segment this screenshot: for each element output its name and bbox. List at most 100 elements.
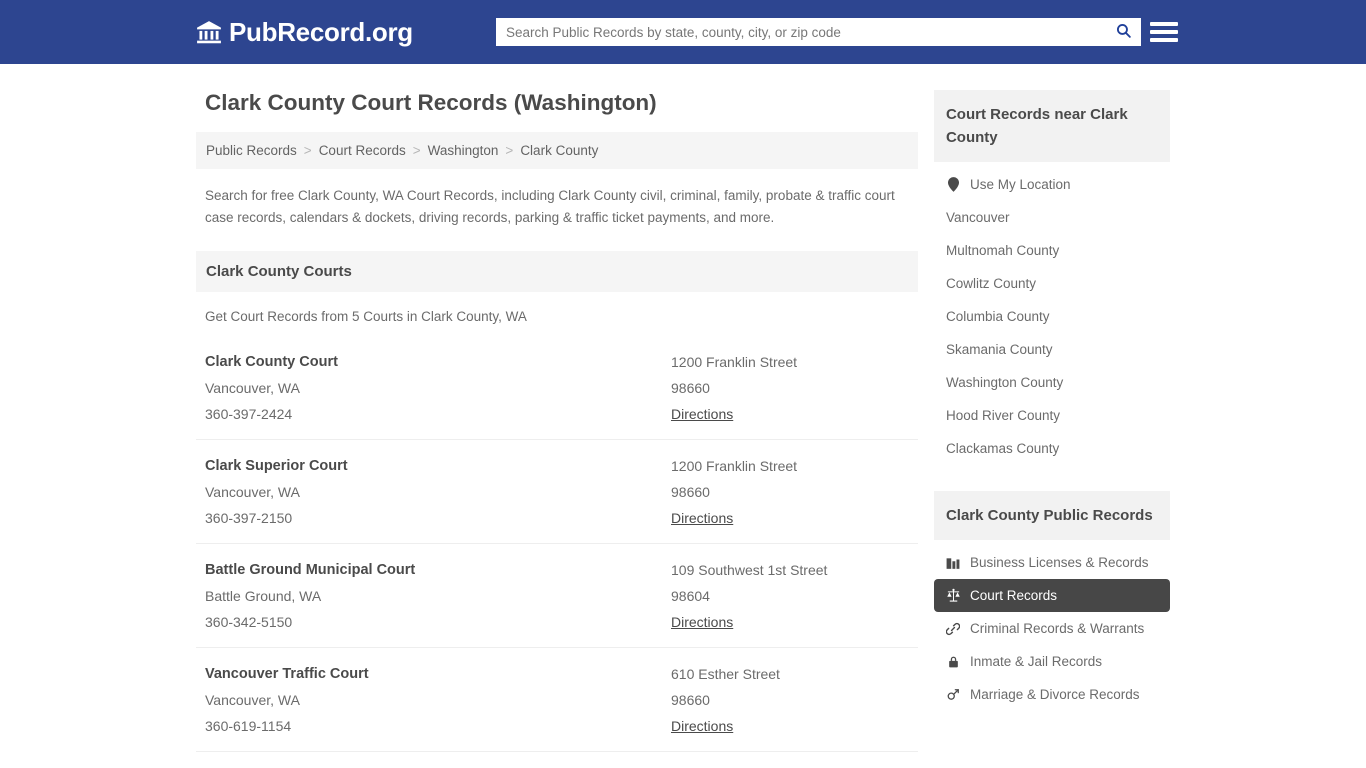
hamburger-bar <box>1150 30 1178 34</box>
sidebar-item-marriage-divorce-records[interactable]: Marriage & Divorce Records <box>934 678 1170 711</box>
sidebar-item-label: Court Records <box>970 588 1057 603</box>
sidebar-item-label: Hood River County <box>946 408 1060 423</box>
bank-icon <box>196 19 222 45</box>
search-input[interactable] <box>497 19 1106 45</box>
sidebar-item-hood-river-county[interactable]: Hood River County <box>934 399 1170 432</box>
sidebar-item-vancouver[interactable]: Vancouver <box>934 201 1170 234</box>
court-info-right: 610 Esther Street 98660 Directions <box>671 661 909 739</box>
sidebar-item-court-records[interactable]: Court Records <box>934 579 1170 612</box>
building-icon <box>946 555 961 570</box>
court-info-left: Clark County Court Vancouver, WA 360-397… <box>205 349 671 427</box>
breadcrumb-separator: > <box>413 143 421 158</box>
court-address: 1200 Franklin Street <box>671 349 909 375</box>
sidebar-item-clackamas-county[interactable]: Clackamas County <box>934 432 1170 465</box>
directions-link[interactable]: Directions <box>671 713 733 739</box>
link-icon <box>946 621 961 636</box>
page-title: Clark County Court Records (Washington) <box>205 90 918 116</box>
court-city: Vancouver, WA <box>205 687 671 713</box>
sidebar-item-label: Clackamas County <box>946 441 1059 456</box>
sidebar-item-label: Use My Location <box>970 177 1071 192</box>
section-header-courts: Clark County Courts <box>196 251 918 292</box>
lock-icon <box>946 654 961 669</box>
sidebar-item-label: Business Licenses & Records <box>970 555 1149 570</box>
court-name: Vancouver Traffic Court <box>205 661 671 687</box>
sidebar-item-criminal-records[interactable]: Criminal Records & Warrants <box>934 612 1170 645</box>
sidebar-header-public-records: Clark County Public Records <box>934 491 1170 540</box>
table-row: Washougal Municipal Court Washougal, WA … <box>196 751 918 768</box>
hamburger-menu-icon[interactable] <box>1150 18 1178 46</box>
court-city: Vancouver, WA <box>205 375 671 401</box>
court-info-right: 109 Southwest 1st Street 98604 Direction… <box>671 557 909 635</box>
directions-link[interactable]: Directions <box>671 505 733 531</box>
court-phone: 360-397-2424 <box>205 401 671 427</box>
breadcrumb: Public Records > Court Records > Washing… <box>196 132 918 169</box>
court-zip: 98660 <box>671 375 909 401</box>
breadcrumb-item-washington[interactable]: Washington <box>428 143 499 158</box>
court-name: Battle Ground Municipal Court <box>205 557 671 583</box>
sidebar-item-columbia-county[interactable]: Columbia County <box>934 300 1170 333</box>
sidebar-item-skamania-county[interactable]: Skamania County <box>934 333 1170 366</box>
breadcrumb-separator: > <box>304 143 312 158</box>
sidebar-nearby-list: Use My Location Vancouver Multnomah Coun… <box>934 162 1170 465</box>
sidebar-header-nearby: Court Records near Clark County <box>934 90 1170 162</box>
sidebar-item-label: Washington County <box>946 375 1063 390</box>
table-row: Clark County Court Vancouver, WA 360-397… <box>196 336 918 439</box>
sidebar: Court Records near Clark County Use My L… <box>934 64 1170 768</box>
scales-icon <box>946 588 961 603</box>
search-icon <box>1115 22 1132 42</box>
section-subtitle: Get Court Records from 5 Courts in Clark… <box>196 292 918 324</box>
sidebar-item-label: Cowlitz County <box>946 276 1036 291</box>
court-city: Battle Ground, WA <box>205 583 671 609</box>
sidebar-item-label: Marriage & Divorce Records <box>970 687 1140 702</box>
table-row: Battle Ground Municipal Court Battle Gro… <box>196 543 918 647</box>
court-zip: 98660 <box>671 687 909 713</box>
court-phone: 360-342-5150 <box>205 609 671 635</box>
sidebar-item-inmate-jail-records[interactable]: Inmate & Jail Records <box>934 645 1170 678</box>
sidebar-item-label: Vancouver <box>946 210 1010 225</box>
court-info-left: Clark Superior Court Vancouver, WA 360-3… <box>205 453 671 531</box>
main-content: Clark County Court Records (Washington) … <box>196 64 918 768</box>
sidebar-item-label: Inmate & Jail Records <box>970 654 1102 669</box>
court-name: Clark Superior Court <box>205 453 671 479</box>
court-zip: 98660 <box>671 479 909 505</box>
court-zip: 98604 <box>671 583 909 609</box>
sidebar-item-label: Skamania County <box>946 342 1053 357</box>
court-list: Clark County Court Vancouver, WA 360-397… <box>196 336 918 768</box>
site-header: PubRecord.org <box>0 0 1366 64</box>
directions-link[interactable]: Directions <box>671 609 733 635</box>
map-pin-icon <box>946 177 961 192</box>
sidebar-item-cowlitz-county[interactable]: Cowlitz County <box>934 267 1170 300</box>
breadcrumb-item-clark-county[interactable]: Clark County <box>520 143 598 158</box>
sidebar-item-label: Multnomah County <box>946 243 1059 258</box>
sidebar-item-multnomah-county[interactable]: Multnomah County <box>934 234 1170 267</box>
sidebar-item-use-my-location[interactable]: Use My Location <box>934 168 1170 201</box>
site-logo-text: PubRecord.org <box>229 17 413 48</box>
sidebar-item-washington-county[interactable]: Washington County <box>934 366 1170 399</box>
breadcrumb-separator: > <box>505 143 513 158</box>
breadcrumb-item-public-records[interactable]: Public Records <box>206 143 297 158</box>
directions-link[interactable]: Directions <box>671 401 733 427</box>
court-address: 1200 Franklin Street <box>671 453 909 479</box>
court-address: 109 Southwest 1st Street <box>671 557 909 583</box>
page-description: Search for free Clark County, WA Court R… <box>196 169 918 229</box>
court-phone: 360-397-2150 <box>205 505 671 531</box>
hamburger-bar <box>1150 22 1178 26</box>
table-row: Clark Superior Court Vancouver, WA 360-3… <box>196 439 918 543</box>
sidebar-records-list: Business Licenses & Records Court <box>934 540 1170 711</box>
breadcrumb-item-court-records[interactable]: Court Records <box>319 143 406 158</box>
page-body: Clark County Court Records (Washington) … <box>0 64 1366 768</box>
court-info-left: Battle Ground Municipal Court Battle Gro… <box>205 557 671 635</box>
sidebar-item-business-licenses[interactable]: Business Licenses & Records <box>934 546 1170 579</box>
court-info-right: 1200 Franklin Street 98660 Directions <box>671 349 909 427</box>
court-name: Clark County Court <box>205 349 671 375</box>
site-logo[interactable]: PubRecord.org <box>196 17 413 48</box>
court-city: Vancouver, WA <box>205 479 671 505</box>
table-row: Vancouver Traffic Court Vancouver, WA 36… <box>196 647 918 751</box>
search-bar <box>496 18 1141 46</box>
court-address: 610 Esther Street <box>671 661 909 687</box>
court-info-right: 1200 Franklin Street 98660 Directions <box>671 453 909 531</box>
hamburger-bar <box>1150 38 1178 42</box>
search-button[interactable] <box>1106 19 1140 45</box>
court-info-left: Vancouver Traffic Court Vancouver, WA 36… <box>205 661 671 739</box>
sidebar-item-label: Criminal Records & Warrants <box>970 621 1144 636</box>
